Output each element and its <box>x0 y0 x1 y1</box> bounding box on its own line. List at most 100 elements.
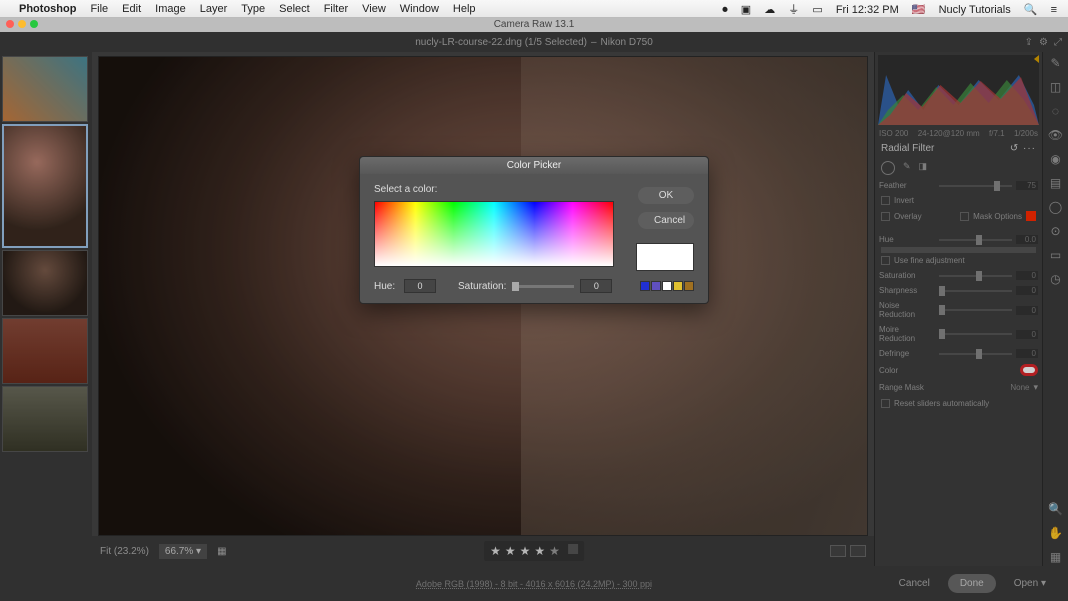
fullscreen-icon[interactable]: ⤢ <box>1054 37 1062 48</box>
before-after-icon[interactable] <box>830 545 846 557</box>
crop-icon[interactable]: ◫ <box>1048 80 1064 96</box>
star-rating[interactable]: ★ ★ ★ ★ ★ <box>484 541 584 561</box>
thumbnail-2[interactable] <box>2 124 88 248</box>
color-swatch[interactable] <box>1020 364 1038 376</box>
open-button[interactable]: Open ▾ <box>1002 574 1058 593</box>
brush-icon[interactable]: ✎ <box>903 161 911 175</box>
menu-select[interactable]: Select <box>279 3 310 15</box>
redeye-icon[interactable]: ⊙ <box>1048 224 1064 240</box>
panel-menu-icon[interactable]: ··· <box>1023 143 1036 154</box>
star-2-icon[interactable]: ★ <box>505 544 516 558</box>
moire-value[interactable]: 0 <box>1016 330 1038 339</box>
zoom-icon[interactable]: 🔍 <box>1048 502 1064 518</box>
cancel-button[interactable]: Cancel <box>887 574 942 593</box>
snapshot-icon[interactable]: ◷ <box>1048 272 1064 288</box>
rangemask-dropdown[interactable]: None <box>1010 383 1029 392</box>
star-1-icon[interactable]: ★ <box>490 544 501 558</box>
file-metadata[interactable]: Adobe RGB (1998) - 8 bit - 4016 x 6016 (… <box>416 579 652 589</box>
spotlight-icon[interactable]: 🔍 <box>1024 3 1038 16</box>
swatch-5[interactable] <box>684 281 694 291</box>
menu-icon[interactable]: ≡ <box>1051 4 1057 16</box>
menu-type[interactable]: Type <box>241 3 265 15</box>
swatch-4[interactable] <box>673 281 683 291</box>
eraser-icon[interactable]: ◨ <box>919 161 928 175</box>
thumbnail-1[interactable] <box>2 56 88 122</box>
undo-icon[interactable]: ↺ <box>1010 143 1019 154</box>
sharp-label: Sharpness <box>879 286 935 295</box>
radial-icon[interactable]: ◯ <box>1048 200 1064 216</box>
thumbnail-5[interactable] <box>2 386 88 452</box>
menu-view[interactable]: View <box>362 3 386 15</box>
clock: Fri 12:32 PM <box>836 4 899 16</box>
upload-icon[interactable]: ⇪ <box>1025 37 1033 48</box>
file-name: nucly-LR-course-22.dng (1/5 Selected) <box>415 37 587 48</box>
color-label: Color <box>879 366 935 375</box>
eye-icon[interactable]: 👁 <box>1048 128 1064 144</box>
noise-slider[interactable] <box>939 309 1012 311</box>
compare-icon[interactable] <box>850 545 866 557</box>
dlg-sat-slider[interactable] <box>512 285 574 288</box>
star-5-icon[interactable]: ★ <box>549 544 560 558</box>
star-3-icon[interactable]: ★ <box>520 544 531 558</box>
menu-file[interactable]: File <box>90 3 108 15</box>
defringe-slider[interactable] <box>939 353 1012 355</box>
camera-icon: ▣ <box>741 3 751 16</box>
dlg-cancel-button[interactable]: Cancel <box>638 212 694 229</box>
rangemask-label: Range Mask <box>879 383 935 392</box>
cloud-icon: ☁ <box>764 3 775 16</box>
fit-label[interactable]: Fit (23.2%) <box>100 546 149 557</box>
swatch-1[interactable] <box>640 281 650 291</box>
feather-slider[interactable] <box>939 185 1012 187</box>
maskopt-swatch[interactable] <box>1026 211 1036 221</box>
menu-layer[interactable]: Layer <box>200 3 228 15</box>
noise-value[interactable]: 0 <box>1016 306 1038 315</box>
star-4-icon[interactable]: ★ <box>534 544 545 558</box>
maskopt-checkbox[interactable] <box>960 212 969 221</box>
menu-edit[interactable]: Edit <box>122 3 141 15</box>
menu-filter[interactable]: Filter <box>324 3 348 15</box>
flag-none-icon[interactable] <box>568 544 578 554</box>
sharp-value[interactable]: 0 <box>1016 286 1038 295</box>
presets-icon[interactable]: ▭ <box>1048 248 1064 264</box>
grid-icon[interactable]: ▦ <box>217 546 226 557</box>
dlg-sat-input[interactable] <box>580 279 612 293</box>
moire-slider[interactable] <box>939 333 1012 335</box>
hue-value[interactable]: 0.0 <box>1016 235 1038 244</box>
recent-swatches[interactable] <box>640 281 694 291</box>
menu-app[interactable]: Photoshop <box>19 3 76 15</box>
thumbnail-3[interactable] <box>2 250 88 316</box>
localadj-icon[interactable]: ◉ <box>1048 152 1064 168</box>
rulers-icon[interactable]: ▦ <box>1048 550 1064 566</box>
swatch-2[interactable] <box>651 281 661 291</box>
gradient-icon[interactable]: ▤ <box>1048 176 1064 192</box>
sat-slider[interactable] <box>939 275 1012 277</box>
histogram <box>878 55 1039 125</box>
heal-icon[interactable]: ◌ <box>1048 104 1064 120</box>
done-button[interactable]: Done <box>948 574 996 593</box>
menu-image[interactable]: Image <box>155 3 186 15</box>
color-picker-dialog: Color Picker Select a color: OK Cancel H… <box>359 156 709 304</box>
invert-checkbox[interactable] <box>881 196 890 205</box>
swatch-3[interactable] <box>662 281 672 291</box>
edit-icon[interactable]: ✎ <box>1048 56 1064 72</box>
reset-checkbox[interactable] <box>881 399 890 408</box>
dlg-hue-label: Hue: <box>374 281 398 292</box>
menu-window[interactable]: Window <box>400 3 439 15</box>
zoom-dropdown[interactable]: 66.7% ▾ <box>159 544 207 559</box>
usefine-checkbox[interactable] <box>881 256 890 265</box>
hue-slider[interactable] <box>939 239 1012 241</box>
sharp-slider[interactable] <box>939 290 1012 292</box>
color-gradient[interactable] <box>374 201 614 267</box>
thumbnail-4[interactable] <box>2 318 88 384</box>
menu-help[interactable]: Help <box>453 3 476 15</box>
dlg-hue-input[interactable] <box>404 279 436 293</box>
overlay-checkbox[interactable] <box>881 212 890 221</box>
defringe-value[interactable]: 0 <box>1016 349 1038 358</box>
ok-button[interactable]: OK <box>638 187 694 204</box>
traffic-lights[interactable] <box>6 20 38 28</box>
hand-icon[interactable]: ✋ <box>1048 526 1064 542</box>
settings-icon[interactable]: ⚙ <box>1039 37 1048 48</box>
sat-value[interactable]: 0 <box>1016 271 1038 280</box>
new-mask-icon[interactable] <box>881 161 895 175</box>
feather-value[interactable]: 75 <box>1016 181 1038 190</box>
